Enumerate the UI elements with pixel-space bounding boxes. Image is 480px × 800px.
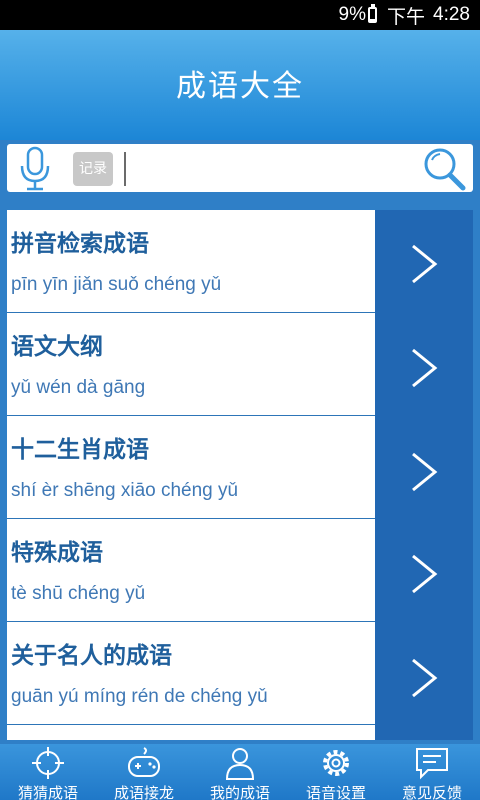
app-header: 成语大全 (0, 30, 480, 140)
nav-label: 成语接龙 (113, 784, 174, 800)
nav-my-idioms[interactable]: 我的成语 (192, 744, 288, 800)
battery-icon (368, 4, 377, 23)
list-item-pinyin: guān yú míng rén de chéng yǔ (11, 686, 268, 707)
search-icon[interactable] (421, 146, 469, 192)
status-bar: 9% 下午 4:28 (0, 0, 480, 30)
nav-label: 意见反馈 (401, 784, 462, 800)
list-item-pinyin: tè shū chéng yǔ (11, 583, 146, 604)
nav-guess-idioms[interactable]: 猜猜成语 (0, 744, 96, 800)
clock: 4:28 (433, 4, 470, 25)
list-item-celebrity-idioms[interactable]: 关于名人的成语 guān yú míng rén de chéng yǔ (7, 622, 473, 725)
list-item-title: 拼音检索成语 (11, 231, 149, 257)
text-cursor (124, 152, 126, 186)
list-item-pinyin-search[interactable]: 拼音检索成语 pīn yīn jiǎn suǒ chéng yǔ (7, 210, 473, 313)
crosshair-icon (32, 747, 64, 779)
list-item-title: 关于名人的成语 (11, 643, 172, 669)
nav-label: 猜猜成语 (17, 784, 78, 800)
nav-feedback[interactable]: 意见反馈 (384, 744, 480, 800)
battery-percent: 9% (338, 4, 366, 25)
nav-idiom-chain[interactable]: 成语接龙 (96, 744, 192, 800)
list-item-pinyin: pīn yīn jiǎn suǒ chéng yǔ (11, 274, 222, 295)
list-item-pinyin: yǔ wén dà gāng (11, 377, 146, 398)
list-item-title: 十二生肖成语 (11, 437, 149, 463)
search-box: 记录 (7, 144, 473, 192)
nav-label: 我的成语 (209, 784, 270, 800)
search-strip: 记录 (0, 140, 480, 198)
time-prefix: 下午 (387, 6, 426, 28)
list-item-pinyin: shí èr shēng xiāo chéng yǔ (11, 480, 239, 501)
record-button[interactable]: 记录 (73, 152, 113, 186)
list-item-title: 语文大纲 (11, 334, 103, 360)
list-item-zodiac-idioms[interactable]: 十二生肖成语 shí èr shēng xiāo chéng yǔ (7, 416, 473, 519)
divider (7, 724, 375, 725)
feedback-icon (416, 748, 448, 780)
nav-voice-settings[interactable]: 语音设置 (288, 744, 384, 800)
gear-icon (323, 750, 349, 776)
search-input[interactable] (131, 150, 415, 188)
user-icon (225, 748, 255, 780)
list-item-chinese-outline[interactable]: 语文大纲 yǔ wén dà gāng (7, 313, 473, 416)
bottom-nav: 猜猜成语 成语接龙 我的成语 语音设置 意见反馈 (0, 744, 480, 800)
microphone-icon[interactable] (17, 146, 53, 192)
gamepad-icon (128, 747, 160, 777)
nav-label: 语音设置 (305, 784, 366, 800)
page-title: 成语大全 (176, 69, 304, 104)
list-item-special-idioms[interactable]: 特殊成语 tè shū chéng yǔ (7, 519, 473, 622)
list-item-title: 特殊成语 (11, 540, 103, 566)
category-list: 拼音检索成语 pīn yīn jiǎn suǒ chéng yǔ 语文大纲 yǔ… (7, 210, 473, 740)
